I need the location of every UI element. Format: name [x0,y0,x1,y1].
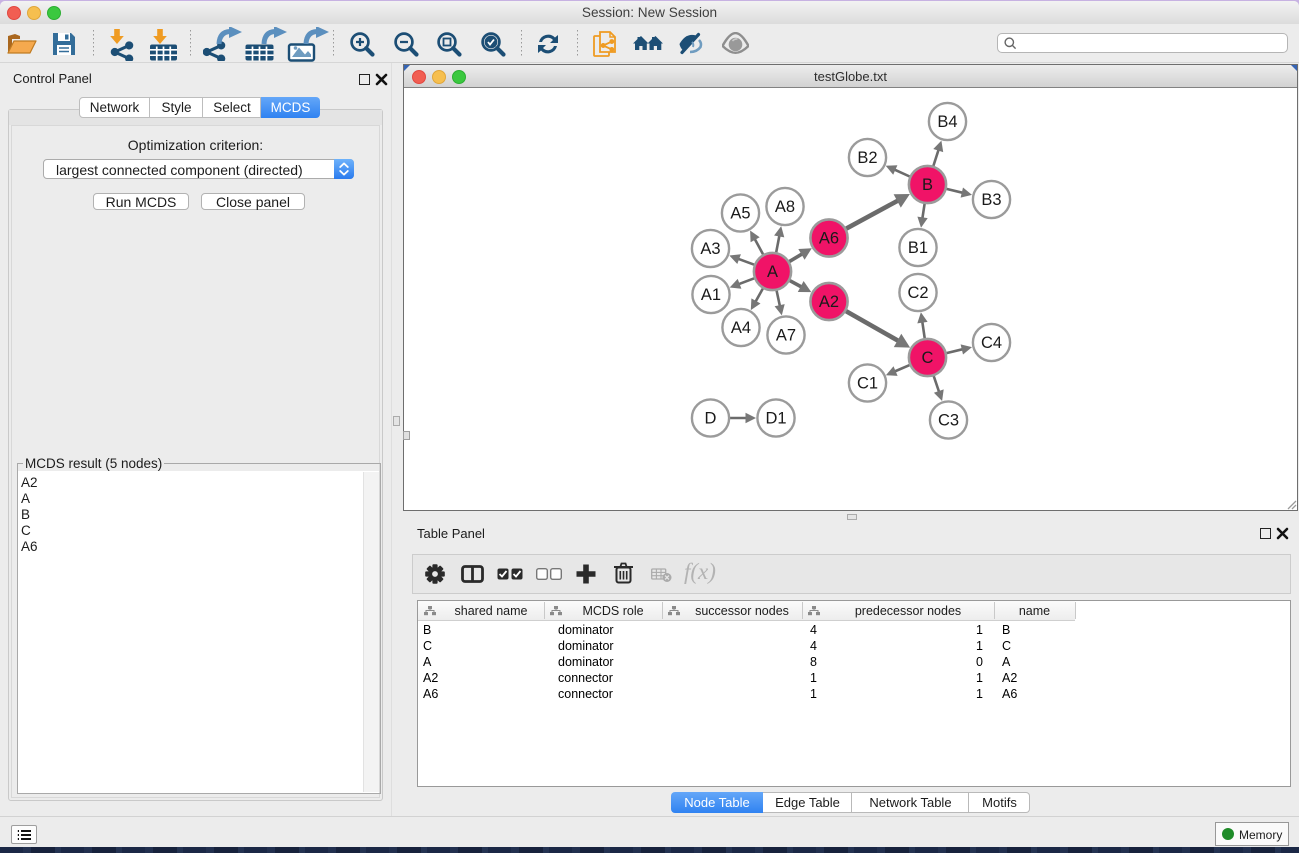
svg-text:A8: A8 [775,198,795,216]
svg-text:A: A [767,263,778,281]
svg-text:B2: B2 [857,149,877,167]
svg-text:C4: C4 [981,334,1002,352]
svg-text:A4: A4 [731,319,751,337]
svg-text:A2: A2 [819,293,839,311]
svg-text:B3: B3 [981,191,1001,209]
svg-text:C1: C1 [857,375,878,393]
svg-text:C2: C2 [907,284,928,302]
svg-text:B1: B1 [908,239,928,257]
svg-text:A1: A1 [701,286,721,304]
svg-text:B4: B4 [937,113,957,131]
svg-text:C: C [922,349,934,367]
svg-text:D1: D1 [765,410,786,428]
svg-text:A7: A7 [776,327,796,345]
svg-text:C3: C3 [938,412,959,430]
svg-text:A6: A6 [819,230,839,248]
svg-text:B: B [922,176,933,194]
svg-text:D: D [705,410,717,428]
svg-text:A5: A5 [730,205,750,223]
svg-text:A3: A3 [700,240,720,258]
